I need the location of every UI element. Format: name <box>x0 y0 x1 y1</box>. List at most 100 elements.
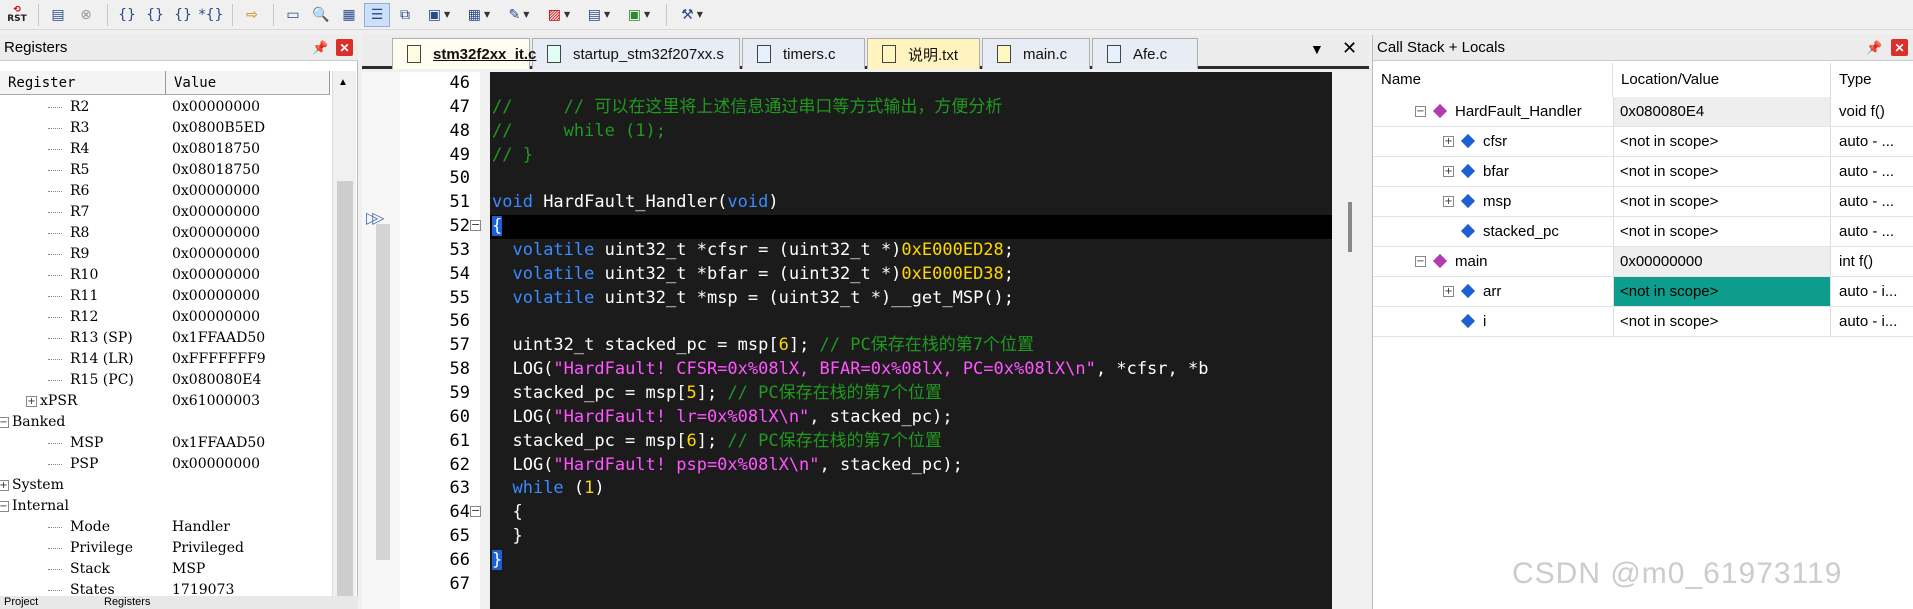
location-column-header[interactable]: Location/Value <box>1613 63 1831 97</box>
analysis-window-icon[interactable]: ▨ ▼ <box>540 3 578 27</box>
fold-minus-icon[interactable]: − <box>470 219 481 231</box>
register-row[interactable]: Privilege Privileged <box>0 538 330 559</box>
registers-scrollbar[interactable]: ▲ ▼ <box>332 71 356 609</box>
code-line[interactable]: // } <box>490 144 1332 168</box>
register-row[interactable]: R12 0x00000000 <box>0 307 330 328</box>
register-value[interactable]: 0x00000000 <box>172 223 260 244</box>
scroll-up-icon[interactable]: ▲ <box>338 77 348 88</box>
register-value[interactable]: MSP <box>172 559 205 580</box>
register-value[interactable]: 0x00000000 <box>172 265 260 286</box>
code-line[interactable]: { <box>490 501 1332 525</box>
pin-icon[interactable]: 📌 <box>312 40 328 56</box>
register-row[interactable]: R4 0x08018750 <box>0 139 330 160</box>
collapse-icon[interactable]: − <box>0 417 9 428</box>
register-value[interactable]: 0x61000003 <box>172 391 260 412</box>
tab-file[interactable]: startup_stm32f207xx.s <box>532 38 740 69</box>
expand-icon[interactable]: + <box>1443 286 1454 297</box>
code-line[interactable] <box>490 310 1332 334</box>
breakpoint-gutter[interactable]: ▷▷ <box>362 72 400 609</box>
register-row[interactable]: MSP 0x1FFAAD50 <box>0 433 330 454</box>
editor-scrollbar[interactable] <box>1332 72 1369 609</box>
register-row[interactable]: R15 (PC) 0x080080E4 <box>0 370 330 391</box>
callstack-row[interactable]: − HardFault_Handler 0x080080E4 void f() <box>1373 97 1913 127</box>
step-over-icon[interactable]: {} <box>142 3 168 27</box>
expand-icon[interactable]: + <box>26 396 37 407</box>
value-column-header[interactable]: Value <box>166 71 330 94</box>
callstack-location[interactable]: 0x00000000 <box>1613 247 1831 276</box>
code-line[interactable]: LOG("HardFault! psp=0x%08lX\n", stacked_… <box>490 454 1332 478</box>
register-value[interactable]: 0x00000000 <box>172 286 260 307</box>
callstack-location[interactable]: <not in scope> <box>1613 127 1831 156</box>
code-line[interactable]: // // 可以在这里将上述信息通过串口等方式输出，方便分析 <box>490 96 1332 120</box>
run-to-cursor-icon[interactable]: *{} <box>198 3 224 27</box>
register-row[interactable]: R2 0x00000000 <box>0 97 330 118</box>
callstack-location[interactable]: <not in scope> <box>1613 277 1831 306</box>
register-row[interactable]: + xPSR 0x61000003 <box>0 391 330 412</box>
disassembly-window-icon[interactable]: 🔍 <box>308 3 334 27</box>
expand-icon[interactable]: + <box>1443 196 1454 207</box>
callstack-row[interactable]: stacked_pc <not in scope> auto - ... <box>1373 217 1913 247</box>
register-row[interactable]: R6 0x00000000 <box>0 181 330 202</box>
register-row[interactable]: R5 0x08018750 <box>0 160 330 181</box>
memory-window-icon[interactable]: ▦ ▼ <box>460 3 498 27</box>
command-window-icon[interactable]: ▭ <box>280 3 306 27</box>
register-value[interactable]: 0x1FFAAD50 <box>172 433 265 454</box>
callstack-row[interactable]: − main 0x00000000 int f() <box>1373 247 1913 277</box>
code-line[interactable]: volatile uint32_t *bfar = (uint32_t *)0x… <box>490 263 1332 287</box>
code-line[interactable]: // while (1); <box>490 120 1332 144</box>
fold-minus-icon[interactable]: − <box>470 505 481 517</box>
close-tab-icon[interactable]: ✕ <box>1342 38 1357 59</box>
register-row[interactable]: R9 0x00000000 <box>0 244 330 265</box>
code-line[interactable]: { <box>490 215 1332 239</box>
register-row[interactable]: R10 0x00000000 <box>0 265 330 286</box>
code-line[interactable]: } <box>490 549 1332 573</box>
callstack-location[interactable]: <not in scope> <box>1613 157 1831 186</box>
register-row[interactable]: R7 0x00000000 <box>0 202 330 223</box>
expand-icon[interactable]: + <box>1443 166 1454 177</box>
tab-file[interactable]: timers.c <box>742 38 865 69</box>
callstack-row[interactable]: i <not in scope> auto - i... <box>1373 307 1913 337</box>
system-viewer-icon[interactable]: ▣ ▼ <box>620 3 658 27</box>
register-value[interactable]: 0x00000000 <box>172 181 260 202</box>
expand-icon[interactable]: + <box>1443 136 1454 147</box>
register-value[interactable]: 0x080080E4 <box>172 370 261 391</box>
register-column-header[interactable]: Register <box>0 71 166 94</box>
tab-project[interactable]: Project <box>4 596 38 608</box>
code-line[interactable]: stacked_pc = msp[5]; // PC保存在栈的第7个位置 <box>490 382 1332 406</box>
register-row[interactable]: R8 0x00000000 <box>0 223 330 244</box>
callstack-row[interactable]: + bfar <not in scope> auto - ... <box>1373 157 1913 187</box>
register-row[interactable]: PSP 0x00000000 <box>0 454 330 475</box>
toolbox-icon[interactable]: ⚒ ▼ <box>673 3 711 27</box>
code-line[interactable]: LOG("HardFault! CFSR=0x%08lX, BFAR=0x%08… <box>490 358 1332 382</box>
tab-list-dropdown-icon[interactable]: ▼ <box>1310 41 1324 57</box>
callstack-location[interactable]: <not in scope> <box>1613 187 1831 216</box>
register-value[interactable]: 0x00000000 <box>172 307 260 328</box>
reset-button[interactable]: ⟲ RST <box>4 3 30 27</box>
tab-file[interactable]: 说明.txt <box>867 38 980 69</box>
pin-icon[interactable]: 📌 <box>1866 40 1882 56</box>
stop-icon[interactable]: ⊗ <box>73 3 99 27</box>
register-value[interactable]: 0x00000000 <box>172 244 260 265</box>
register-value[interactable]: 0x08018750 <box>172 160 260 181</box>
callstack-location[interactable]: <not in scope> <box>1613 307 1831 336</box>
register-row[interactable]: Mode Handler <box>0 517 330 538</box>
code-line[interactable]: uint32_t stacked_pc = msp[6]; // PC保存在栈的… <box>490 334 1332 358</box>
step-out-icon[interactable]: {} <box>170 3 196 27</box>
register-value[interactable]: 0x0800B5ED <box>172 118 265 139</box>
code-line[interactable] <box>490 72 1332 96</box>
register-value[interactable]: 0x00000000 <box>172 97 260 118</box>
register-row[interactable]: + System <box>0 475 330 496</box>
code-line[interactable] <box>490 167 1332 191</box>
code-line[interactable] <box>490 573 1332 597</box>
callstack-row[interactable]: + cfsr <not in scope> auto - ... <box>1373 127 1913 157</box>
show-next-statement-icon[interactable]: ⇨ <box>239 3 265 27</box>
code-line[interactable]: while (1) <box>490 477 1332 501</box>
code-editor[interactable]: // // 可以在这里将上述信息通过串口等方式输出，方便分析 // while (… <box>490 72 1332 609</box>
callstack-row[interactable]: + arr <not in scope> auto - i... <box>1373 277 1913 307</box>
tab-file[interactable]: stm32f2xx_it.c <box>392 38 536 69</box>
register-value[interactable]: Privileged <box>172 538 244 559</box>
run-icon[interactable]: ▤ <box>45 3 71 27</box>
expand-icon[interactable]: + <box>0 480 9 491</box>
code-line[interactable]: stacked_pc = msp[6]; // PC保存在栈的第7个位置 <box>490 430 1332 454</box>
register-value[interactable]: 0xFFFFFFF9 <box>172 349 266 370</box>
